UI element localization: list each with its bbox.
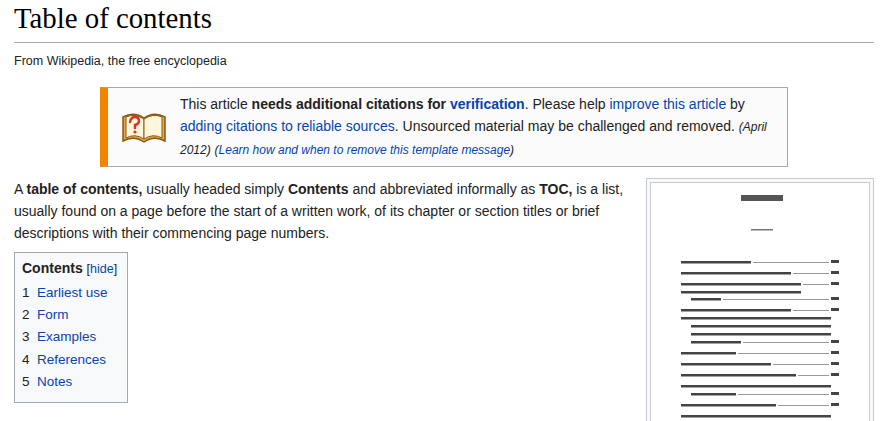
toc-number: 2: [22, 304, 36, 326]
inline-link[interactable]: verification: [450, 96, 525, 112]
text-run: usually headed simply: [142, 181, 288, 197]
tagline: From Wikipedia, the free encyclopedia: [14, 51, 874, 71]
toc-link[interactable]: Notes: [37, 371, 72, 393]
inline-link[interactable]: adding citations to reliable sources: [180, 118, 395, 134]
text-run: . Please help: [525, 96, 610, 112]
toc-toggle-bracket: ]: [114, 262, 117, 276]
toc-title: Contents: [22, 260, 83, 276]
toc-item[interactable]: 5Notes: [22, 371, 117, 393]
text-run: . Unsourced material may be challenged a…: [395, 118, 739, 134]
toc-toggle-bracket: [: [87, 262, 90, 276]
page-title: Table of contents: [14, 0, 874, 43]
inline-link[interactable]: improve this article: [609, 96, 726, 112]
toc-link[interactable]: References: [37, 349, 106, 371]
text-run: TOC,: [539, 181, 572, 197]
text-run: A: [14, 181, 26, 197]
text-run: Contents: [288, 181, 349, 197]
toc-item[interactable]: 4References: [22, 349, 117, 371]
toc-number: 5: [22, 371, 36, 393]
text-run: and abbreviated informally as: [349, 181, 540, 197]
notice-text: This article needs additional citations …: [180, 88, 787, 166]
inline-link[interactable]: Learn how and when to remove this templa…: [219, 143, 511, 157]
text-run: table of contents,: [26, 181, 142, 197]
text-run: (: [215, 143, 219, 157]
toc-number: 4: [22, 349, 36, 371]
toc-link[interactable]: Earliest use: [37, 282, 108, 304]
text-run: [211, 141, 215, 157]
text-run: ): [510, 143, 514, 157]
toc-item[interactable]: 1Earliest use: [22, 282, 117, 304]
toc-list: 1Earliest use2Form3Examples4References5N…: [22, 282, 117, 393]
toc-box: Contents [hide] 1Earliest use2Form3Examp…: [14, 252, 128, 403]
book-question-icon: [120, 105, 168, 149]
scanned-page-thumbnail[interactable]: [646, 178, 874, 421]
citation-notice: This article needs additional citations …: [100, 87, 788, 167]
toc-link[interactable]: Form: [37, 304, 69, 326]
toc-number: 3: [22, 326, 36, 348]
toc-item[interactable]: 2Form: [22, 304, 117, 326]
text-run: This article: [180, 96, 252, 112]
toc-item[interactable]: 3Examples: [22, 326, 117, 348]
text-run: by: [726, 96, 745, 112]
toc-number: 1: [22, 282, 36, 304]
text-run: needs additional citations for: [252, 96, 450, 112]
toc-link[interactable]: Examples: [37, 326, 96, 348]
toc-hide-link[interactable]: hide: [90, 262, 114, 276]
